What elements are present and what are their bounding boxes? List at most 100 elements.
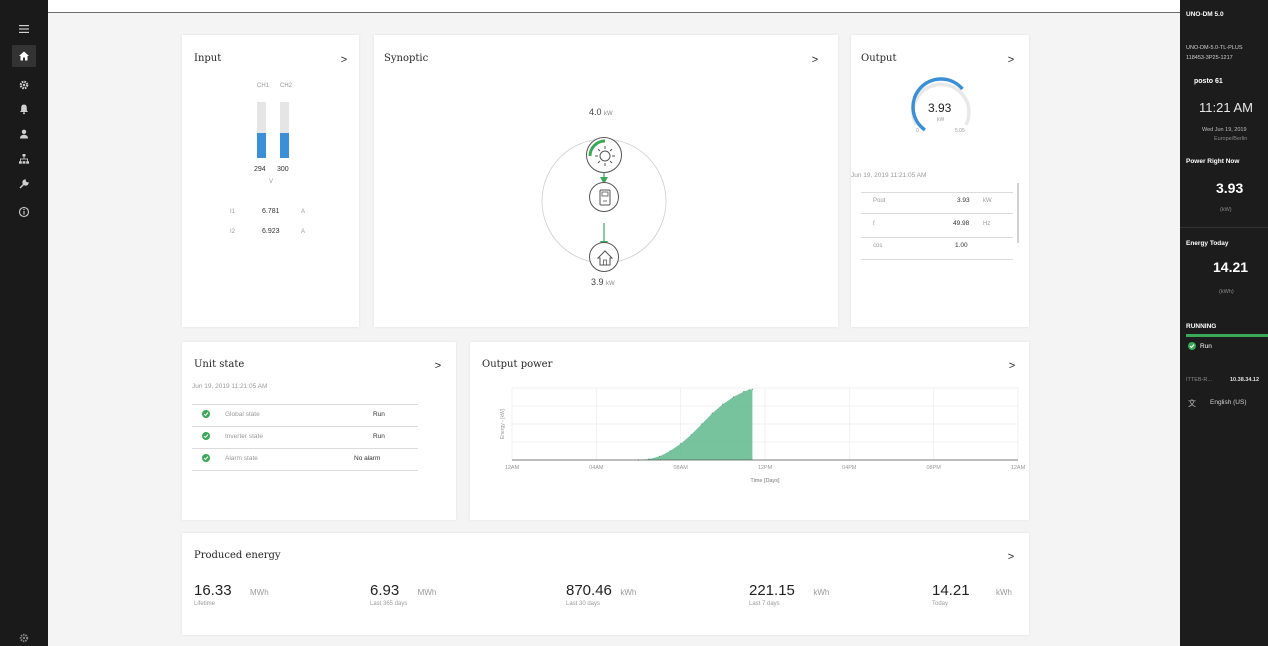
x-tick-label: 04PM — [842, 465, 857, 471]
energy-unit: kWh — [996, 588, 1012, 597]
produced-energy-card: Produced energy > 16.33 MWh Lifetime 6.9… — [182, 533, 1029, 635]
synoptic-bottom-value: 3.9 kW — [591, 277, 615, 287]
energy-item: 221.15 kWh Last 7 days — [749, 582, 829, 607]
channel-1-voltage: 294 — [254, 166, 266, 173]
power-now-unit: (kW) — [1220, 207, 1232, 213]
energy-today-unit: (kWh) — [1219, 289, 1234, 295]
power-now-value: 3.93 — [1216, 180, 1244, 196]
output-power-point — [690, 434, 692, 436]
energy-item: 16.33 MWh Lifetime — [194, 582, 269, 607]
output-row-unit: Hz — [983, 221, 991, 227]
home-icon[interactable] — [12, 45, 36, 67]
status-detail: Run — [1200, 343, 1212, 350]
check-icon — [202, 454, 210, 462]
energy-label: Last 7 days — [749, 601, 780, 607]
current-2-unit: A — [301, 229, 306, 235]
x-tick-label: 08AM — [673, 465, 688, 471]
timezone: Europe/Berlin — [1214, 136, 1248, 142]
unit-state-row-label: Global state — [225, 411, 260, 418]
current-1-unit: A — [301, 209, 306, 215]
status-title: RUNNING — [1186, 323, 1217, 330]
output-row-value: 3.93 — [957, 197, 970, 204]
output-power-point — [751, 388, 753, 390]
check-icon — [202, 432, 210, 440]
energy-today-value: 14.21 — [1213, 259, 1249, 275]
current-time: 11:21 AM — [1199, 100, 1253, 115]
x-tick-label: 08PM — [926, 465, 941, 471]
output-row-label: cos — [873, 243, 883, 249]
output-power-point — [732, 396, 734, 398]
synoptic-card: Synoptic > 4.0 kW 3.9 kW — [374, 35, 838, 327]
check-icon — [1188, 342, 1196, 350]
unit-state-card: Unit state > Jun 19, 2019 11:21:05 AM Gl… — [182, 342, 456, 520]
energy-label: Lifetime — [194, 601, 216, 607]
unit-state-row-value: Run — [373, 433, 385, 440]
output-power-card: Output power > 12AM 04AM 08AM 12PM 04PM 08PM 1… — [470, 342, 1029, 520]
y-axis-label: Energy - [kW] — [500, 408, 506, 439]
channel-1-bar-fill — [257, 132, 266, 158]
energy-today-title: Energy Today — [1186, 240, 1229, 247]
energy-unit: kWh — [620, 588, 637, 597]
unit-state-row-label: Alarm state — [225, 455, 258, 462]
channel-2-label: CH2 — [280, 83, 293, 89]
tools-icon[interactable] — [10, 173, 38, 195]
x-tick-label: 12PM — [758, 465, 773, 471]
energy-unit: MWh — [250, 588, 269, 597]
ip-address: 10.38.34.12 — [1230, 377, 1260, 383]
settings-icon[interactable] — [10, 74, 38, 96]
device-model-full: UNO-DM-5.0-TL-PLUS — [1186, 45, 1243, 51]
unit-state-row-value: No alarm — [354, 455, 381, 462]
output-power-point — [701, 423, 703, 425]
main-content: Input > CH1 CH2 294 300 V I1 6.781 A I2 … — [48, 12, 1180, 646]
output-scrollbar[interactable] — [1017, 183, 1019, 243]
energy-value: 14.21 — [932, 582, 970, 599]
output-power-point — [648, 458, 650, 460]
output-power-point — [743, 391, 745, 393]
output-timestamp: Jun 19, 2019 11:21:05 AM — [851, 172, 927, 179]
network-icon[interactable] — [10, 148, 38, 170]
check-icon — [202, 410, 210, 418]
gear-icon[interactable] — [10, 627, 38, 646]
menu-icon[interactable] — [10, 18, 38, 40]
output-gauge-unit: kW — [937, 117, 945, 123]
output-expand-icon[interactable]: > — [1004, 53, 1018, 67]
home-grid-icon[interactable] — [589, 242, 619, 272]
unit-state-timestamp: Jun 19, 2019 11:21:05 AM — [192, 383, 268, 390]
notifications-icon[interactable] — [10, 98, 38, 120]
current-1-label: I1 — [230, 209, 236, 215]
output-gauge-max: 5.05 — [955, 128, 965, 134]
channel-2-bar — [280, 102, 289, 158]
language-selector[interactable]: English (US) — [1210, 399, 1246, 406]
produced-energy-expand-icon[interactable]: > — [1004, 550, 1018, 564]
info-icon[interactable] — [10, 201, 38, 223]
synoptic-expand-icon[interactable]: > — [808, 53, 822, 67]
output-row-unit: kW — [983, 198, 992, 204]
energy-item: 6.93 MWh Last 365 days — [370, 582, 436, 607]
site-name: posto 61 — [1194, 78, 1223, 85]
input-card-title: Input — [194, 53, 222, 64]
language-icon[interactable]: 文 — [1188, 398, 1196, 409]
input-expand-icon[interactable]: > — [337, 53, 351, 67]
energy-unit: kWh — [813, 588, 830, 597]
status-bar — [1186, 334, 1268, 337]
unit-state-expand-icon[interactable]: > — [431, 359, 445, 373]
solar-panel-icon[interactable] — [586, 137, 622, 173]
energy-value: 870.46 — [566, 582, 612, 599]
channel-2-voltage: 300 — [277, 166, 289, 173]
x-tick-label: 04AM — [589, 465, 604, 471]
energy-value: 6.93 — [370, 582, 400, 599]
energy-label: Last 30 days — [566, 601, 601, 607]
unit-state-row-value: Run — [373, 411, 385, 418]
channel-1-bar — [257, 102, 266, 158]
energy-value: 221.15 — [749, 582, 795, 599]
energy-label: Today — [932, 601, 949, 607]
current-2-value: 6.923 — [262, 228, 280, 235]
voltage-unit: V — [269, 179, 274, 185]
channel-1-label: CH1 — [257, 83, 270, 89]
user-icon[interactable] — [10, 123, 38, 145]
inverter-icon[interactable] — [589, 182, 619, 212]
output-power-point — [669, 450, 671, 452]
synoptic-card-title: Synoptic — [384, 53, 429, 64]
right-panel: UNO-DM 5.0 UNO-DM-5.0-TL-PLUS 118453-3P2… — [1180, 0, 1268, 646]
energy-unit: MWh — [417, 588, 437, 597]
